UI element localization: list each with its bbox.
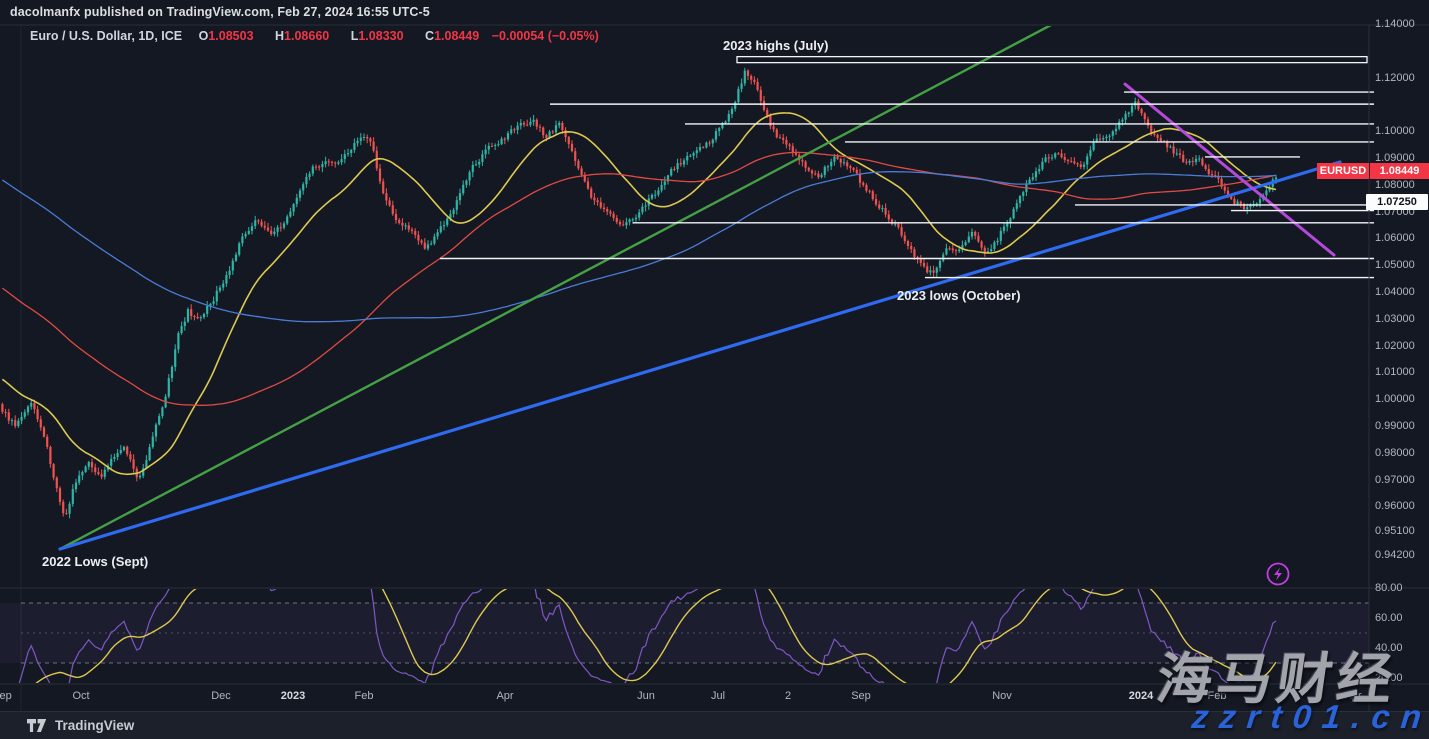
publish-byline: dacolmanfx published on TradingView.com,… — [10, 5, 430, 19]
candles-layer — [1, 68, 1277, 518]
tradingview-snapshot: dacolmanfx published on TradingView.com,… — [0, 0, 1429, 739]
time-tick-label: Sep — [0, 690, 12, 702]
time-tick-label: Oct — [72, 690, 89, 702]
ma-medium-red[interactable] — [2, 152, 1276, 405]
annotation-2023-lows: 2023 lows (October) — [897, 288, 1021, 303]
symbol-title[interactable]: Euro / U.S. Dollar, 1D, ICE — [30, 29, 182, 43]
time-tick-label: Dec — [211, 690, 231, 702]
price-tick-label: 1.14000 — [1375, 18, 1415, 30]
price-tick-label: 0.94200 — [1375, 549, 1415, 561]
ohlc-open: O1.08503 — [190, 29, 263, 43]
ma-fast-yellow[interactable] — [2, 113, 1276, 474]
flash-idea-icon[interactable] — [1265, 561, 1291, 587]
time-tick-label: Sep — [851, 690, 871, 702]
annotation-2023-highs: 2023 highs (July) — [723, 38, 828, 53]
price-tick-label: 1.05000 — [1375, 259, 1415, 271]
price-tick-label: 0.98000 — [1375, 447, 1415, 459]
price-tick-label: 1.08000 — [1375, 179, 1415, 191]
watermark-url: zzrt01.cn — [1190, 698, 1429, 736]
price-tick-label: 0.99000 — [1375, 420, 1415, 432]
price-tick-label: 0.96000 — [1375, 500, 1415, 512]
price-tick-label: 1.00000 — [1375, 393, 1415, 405]
price-tick-label: 1.12000 — [1375, 72, 1415, 84]
time-tick-label: Apr — [496, 690, 513, 702]
ohlc-close: C1.08449 — [416, 29, 488, 43]
time-tick-label: Nov — [992, 690, 1012, 702]
rsi-tick-label: 60.00 — [1375, 612, 1403, 624]
time-tick-label: Jun — [637, 690, 655, 702]
annotation-2022-lows: 2022 Lows (Sept) — [42, 554, 148, 569]
uptrend-blue-major[interactable] — [60, 162, 1340, 549]
price-pane[interactable] — [1, 21, 1340, 549]
downtrend-purple[interactable] — [1125, 84, 1334, 255]
price-tick-label: 1.10000 — [1375, 125, 1415, 137]
symbol-badge: EURUSD — [1317, 163, 1369, 179]
price-tick-label: 0.97000 — [1375, 474, 1415, 486]
price-tick-label: 1.02000 — [1375, 340, 1415, 352]
time-tick-label: Feb — [355, 690, 374, 702]
price-tick-label: 1.03000 — [1375, 313, 1415, 325]
ohlc-high: H1.08660 — [266, 29, 338, 43]
price-tick-label: 1.01000 — [1375, 366, 1415, 378]
time-tick-label: 2023 — [281, 690, 305, 702]
last-price-badge: 1.08449 — [1370, 163, 1429, 179]
level-price-badge: 1.07250 — [1366, 194, 1428, 210]
tradingview-brand[interactable]: TradingView — [55, 718, 134, 733]
change-value: −0.00054 (−0.05%) — [492, 29, 599, 43]
chart-canvas[interactable] — [0, 0, 1429, 739]
price-tick-label: 1.04000 — [1375, 286, 1415, 298]
price-tick-label: 1.06000 — [1375, 232, 1415, 244]
resistance-zone[interactable] — [737, 57, 1367, 63]
rsi-tick-label: 80.00 — [1375, 582, 1403, 594]
time-tick-label: 2024 — [1129, 690, 1153, 702]
tradingview-logo-icon[interactable] — [27, 718, 47, 733]
chart-legend: Euro / U.S. Dollar, 1D, ICE O1.08503 H1.… — [30, 29, 608, 43]
ohlc-low: L1.08330 — [342, 29, 413, 43]
price-tick-label: 0.95100 — [1375, 525, 1415, 537]
time-tick-label: Jul — [711, 690, 725, 702]
uptrend-green[interactable] — [60, 21, 1058, 549]
time-tick-label: 2 — [785, 690, 791, 702]
